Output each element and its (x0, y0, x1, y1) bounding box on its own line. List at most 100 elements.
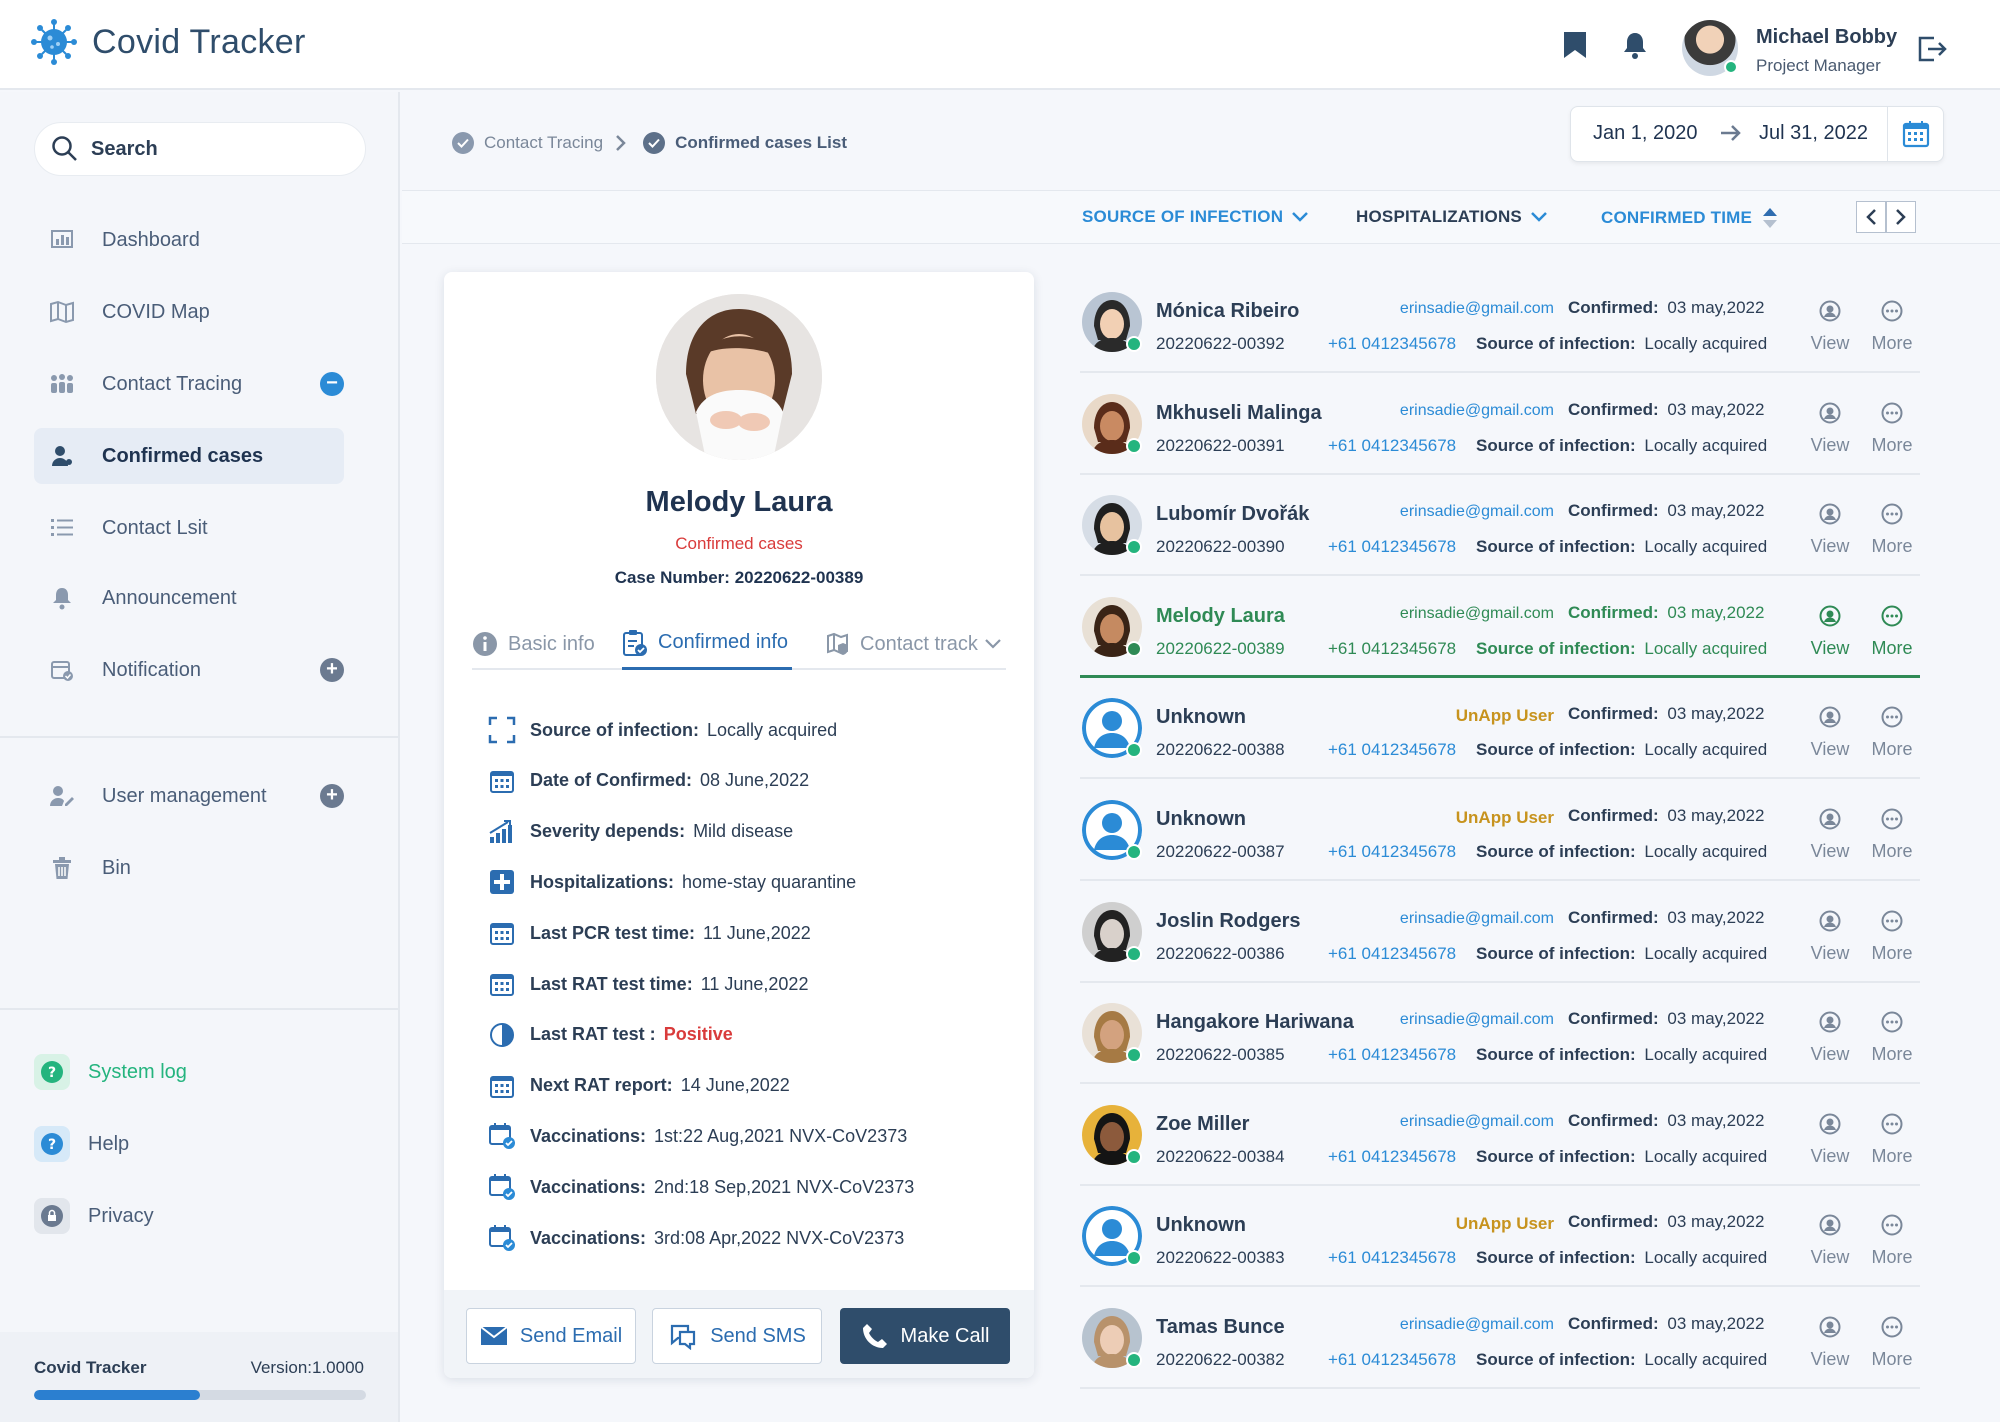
view-button[interactable]: View (1807, 910, 1853, 964)
more-button[interactable]: More (1869, 1113, 1915, 1167)
more-button[interactable]: More (1869, 605, 1915, 659)
case-phone-link[interactable]: +61 0412345678 (1328, 436, 1456, 456)
case-phone-link[interactable]: +61 0412345678 (1328, 740, 1456, 760)
view-button[interactable]: View (1807, 706, 1853, 760)
case-row[interactable]: Tamas Bunce 20220622-00382 erinsadie@gmail… (1080, 1288, 1920, 1389)
prev-page-button[interactable] (1856, 201, 1886, 233)
case-phone-link[interactable]: +61 0412345678 (1328, 842, 1456, 862)
case-row[interactable]: Unknown 20220622-00383 UnApp User +61 04123… (1080, 1186, 1920, 1288)
case-row[interactable]: Melody Laura 20220622-00389 erinsadie@gmai… (1080, 577, 1920, 678)
sidebar-item-system-log[interactable]: ? System log (34, 1052, 187, 1092)
case-email-link[interactable]: erinsadie@gmail.com (1400, 1113, 1554, 1131)
expand-toggle[interactable]: + (320, 658, 344, 682)
more-button[interactable]: More (1869, 1316, 1915, 1370)
sidebar-item-bin[interactable]: Bin (34, 840, 344, 896)
case-row[interactable]: Lubomír Dvořák 20220622-00390 erinsadie@gm… (1080, 475, 1920, 577)
date-range-picker[interactable]: Jan 1, 2020 Jul 31, 2022 (1570, 106, 1944, 162)
sidebar-item-notification[interactable]: Notification + (34, 642, 344, 698)
case-email-link[interactable]: erinsadie@gmail.com (1400, 910, 1554, 928)
tab-basic-info[interactable]: Basic info (472, 618, 595, 670)
sidebar-item-user-management[interactable]: User management + (34, 768, 344, 824)
user-circle-icon (1819, 1011, 1841, 1033)
case-phone-link[interactable]: +61 0412345678 (1328, 1147, 1456, 1167)
case-phone-link[interactable]: +61 0412345678 (1328, 1350, 1456, 1370)
breadcrumb-item[interactable]: Contact Tracing (484, 133, 603, 153)
more-button[interactable]: More (1869, 1214, 1915, 1268)
tab-confirmed-info[interactable]: Confirmed info (622, 618, 793, 670)
more-button[interactable]: More (1869, 300, 1915, 354)
next-page-button[interactable] (1886, 201, 1916, 233)
phone-icon (862, 1324, 887, 1348)
sidebar-item-contact-tracing[interactable]: Contact Tracing − (34, 356, 344, 412)
view-button[interactable]: View (1807, 605, 1853, 659)
logout-icon[interactable] (1916, 34, 1948, 69)
sidebar-item-label: Contact Lsit (102, 516, 208, 539)
view-button[interactable]: View (1807, 808, 1853, 862)
view-button[interactable]: View (1807, 300, 1853, 354)
source-value: Locally acquired (1644, 1248, 1768, 1268)
app-logo[interactable]: Covid Tracker (30, 18, 306, 66)
filter-hospitalizations[interactable]: HOSPITALIZATIONS (1356, 207, 1548, 227)
date-to[interactable]: Jul 31, 2022 (1759, 122, 1868, 145)
make-call-button[interactable]: Make Call (840, 1308, 1010, 1364)
more-button[interactable]: More (1869, 706, 1915, 760)
bookmark-icon[interactable] (1562, 30, 1588, 65)
case-email-link[interactable]: erinsadie@gmail.com (1400, 300, 1554, 318)
case-phone-link[interactable]: +61 0412345678 (1328, 537, 1456, 557)
case-row[interactable]: Unknown 20220622-00388 UnApp User +61 04123… (1080, 678, 1920, 780)
case-row[interactable]: Mkhuseli Malinga 20220622-00391 erinsadie@… (1080, 374, 1920, 475)
case-phone-link[interactable]: +61 0412345678 (1328, 944, 1456, 964)
info-icon (473, 632, 497, 656)
case-email-link[interactable]: erinsadie@gmail.com (1400, 1316, 1554, 1334)
filter-confirmed-time[interactable]: CONFIRMED TIME (1601, 207, 1778, 229)
sidebar-item-announcement[interactable]: Announcement (34, 570, 344, 626)
more-button[interactable]: More (1869, 1011, 1915, 1065)
sidebar-item-covid-map[interactable]: COVID Map (34, 284, 344, 340)
chart-icon (488, 818, 516, 846)
view-button[interactable]: View (1807, 1316, 1853, 1370)
bell-icon[interactable] (1620, 30, 1650, 65)
expand-toggle[interactable]: + (320, 784, 344, 808)
view-button[interactable]: View (1807, 503, 1853, 557)
search-input[interactable]: Search (34, 122, 366, 176)
case-source: Source of infection: Locally acquired (1476, 436, 1767, 456)
case-row[interactable]: Mónica Ribeiro 20220622-00392 erinsadie@gm… (1080, 272, 1920, 373)
case-email-link[interactable]: erinsadie@gmail.com (1400, 605, 1554, 623)
more-icon (1881, 300, 1903, 322)
case-row[interactable]: Zoe Miller 20220622-00384 erinsadie@gmail.… (1080, 1085, 1920, 1186)
view-button[interactable]: View (1807, 1214, 1853, 1268)
case-email-link[interactable]: erinsadie@gmail.com (1400, 402, 1554, 420)
send-email-button[interactable]: Send Email (466, 1308, 636, 1364)
button-label: Send SMS (710, 1324, 806, 1347)
case-row[interactable]: Unknown 20220622-00387 UnApp User +61 04123… (1080, 780, 1920, 881)
calendar-icon (488, 1072, 516, 1100)
sidebar-item-dashboard[interactable]: Dashboard (34, 212, 344, 268)
case-email-link[interactable]: erinsadie@gmail.com (1400, 1011, 1554, 1029)
case-phone-link[interactable]: +61 0412345678 (1328, 334, 1456, 354)
more-button[interactable]: More (1869, 402, 1915, 456)
case-phone-link[interactable]: +61 0412345678 (1328, 639, 1456, 659)
case-phone-link[interactable]: +61 0412345678 (1328, 1045, 1456, 1065)
case-phone-link[interactable]: +61 0412345678 (1328, 1248, 1456, 1268)
view-button[interactable]: View (1807, 402, 1853, 456)
view-button[interactable]: View (1807, 1113, 1853, 1167)
sidebar-item-privacy[interactable]: Privacy (34, 1196, 154, 1236)
sidebar-item-confirmed-cases[interactable]: Confirmed cases (34, 428, 344, 484)
send-sms-button[interactable]: Send SMS (652, 1308, 822, 1364)
more-button[interactable]: More (1869, 503, 1915, 557)
more-button[interactable]: More (1869, 910, 1915, 964)
search-placeholder: Search (91, 137, 158, 160)
user-avatar[interactable] (1682, 20, 1738, 76)
collapse-toggle[interactable]: − (320, 372, 344, 396)
case-email-link[interactable]: erinsadie@gmail.com (1400, 503, 1554, 521)
case-row[interactable]: Joslin Rodgers 20220622-00386 erinsadie@gm… (1080, 882, 1920, 983)
case-row[interactable]: Hangakore Hariwana 20220622-00385 erinsadi… (1080, 983, 1920, 1085)
view-button[interactable]: View (1807, 1011, 1853, 1065)
filter-source-of-infection[interactable]: SOURCE OF INFECTION (1082, 207, 1309, 227)
more-button[interactable]: More (1869, 808, 1915, 862)
sidebar-item-contact-list[interactable]: Contact Lsit (34, 500, 344, 556)
tab-contact-track[interactable]: Contact track (826, 618, 1002, 670)
sidebar-item-help[interactable]: ? Help (34, 1124, 129, 1164)
date-from[interactable]: Jan 1, 2020 (1593, 122, 1698, 145)
calendar-button[interactable] (1887, 107, 1943, 161)
